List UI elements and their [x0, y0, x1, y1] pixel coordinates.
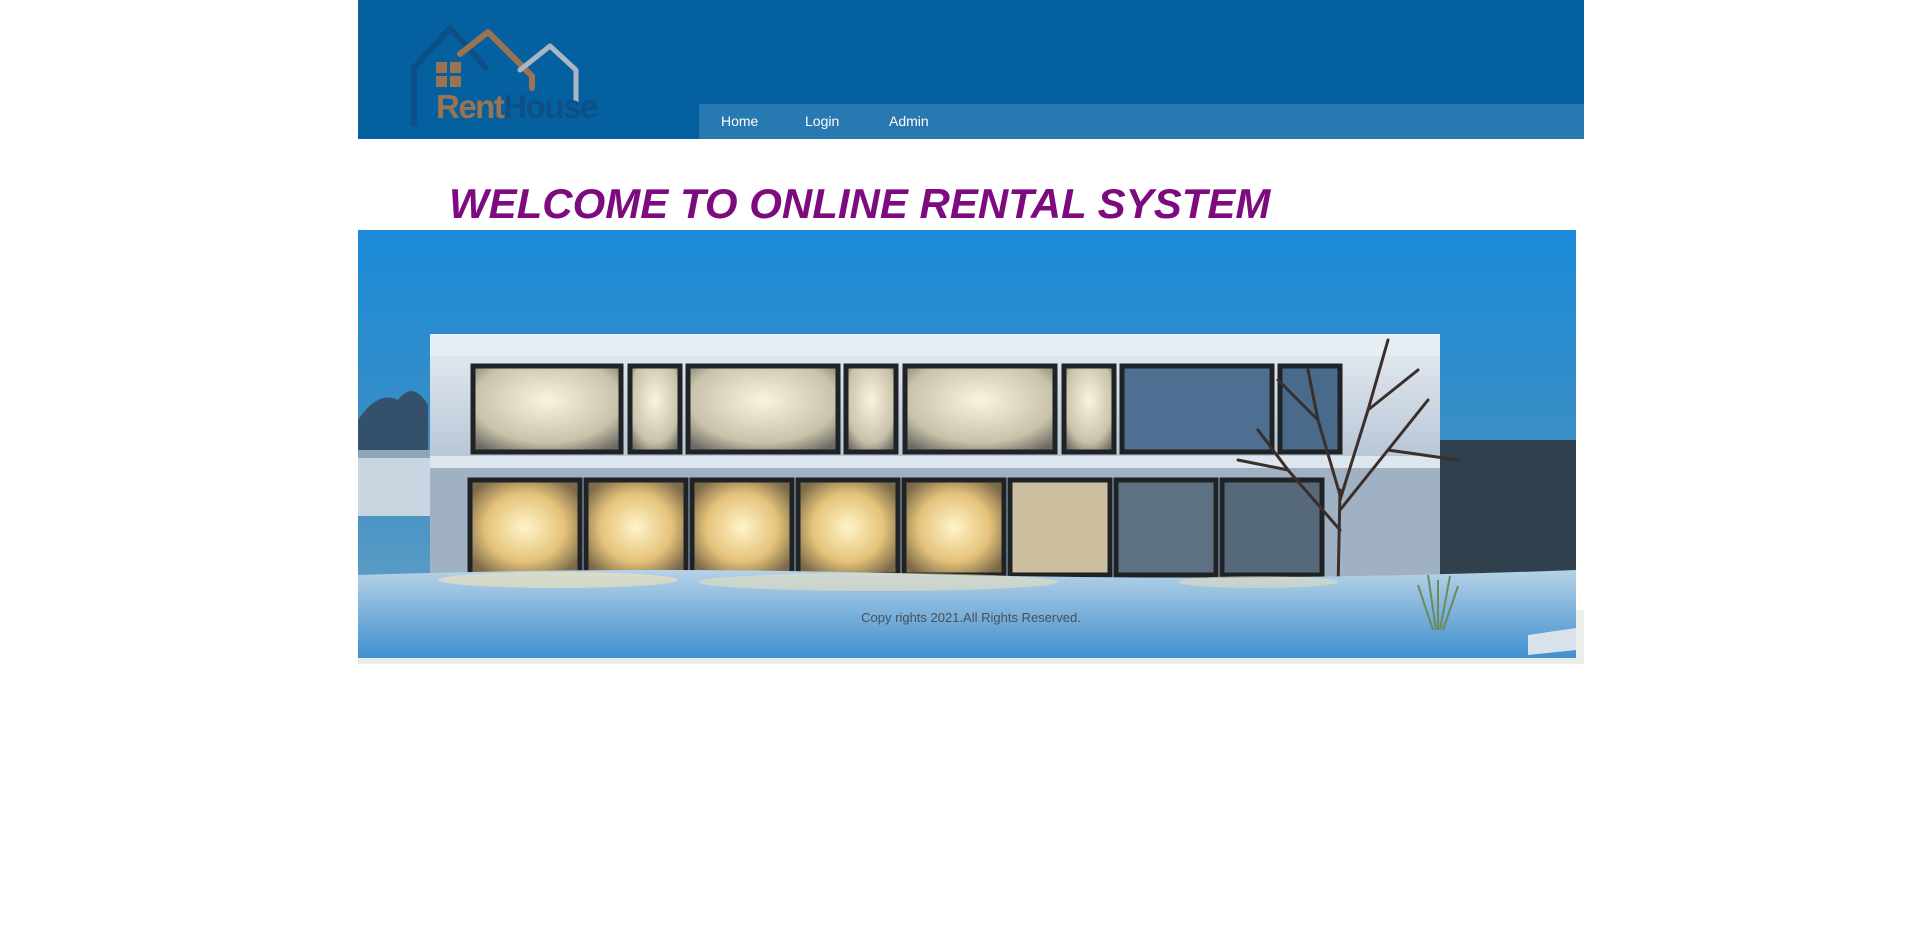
- footer-strip: [358, 658, 1584, 664]
- main-navbar: Home Login Admin: [699, 104, 1584, 139]
- copyright-text: Copy rights 2021.All Rights Reserved.: [861, 610, 1081, 625]
- site-wrapper: RentHouse Home Login Admin WELCOME TO ON…: [358, 0, 1584, 664]
- nav-item-home[interactable]: Home: [721, 104, 758, 139]
- page: RentHouse Home Login Admin WELCOME TO ON…: [0, 0, 1920, 942]
- modern-house-image: [358, 230, 1576, 658]
- logo-text: RentHouse: [436, 88, 598, 125]
- site-header: RentHouse Home Login Admin: [358, 0, 1584, 139]
- nav-item-login[interactable]: Login: [805, 104, 839, 139]
- renthouse-logo[interactable]: RentHouse: [400, 22, 598, 130]
- logo-word-house: House: [503, 88, 598, 125]
- hero-image: [358, 230, 1576, 658]
- nav-item-admin[interactable]: Admin: [889, 104, 929, 139]
- welcome-heading: WELCOME TO ONLINE RENTAL SYSTEM: [449, 180, 1271, 227]
- logo-word-rent: Rent: [436, 88, 505, 125]
